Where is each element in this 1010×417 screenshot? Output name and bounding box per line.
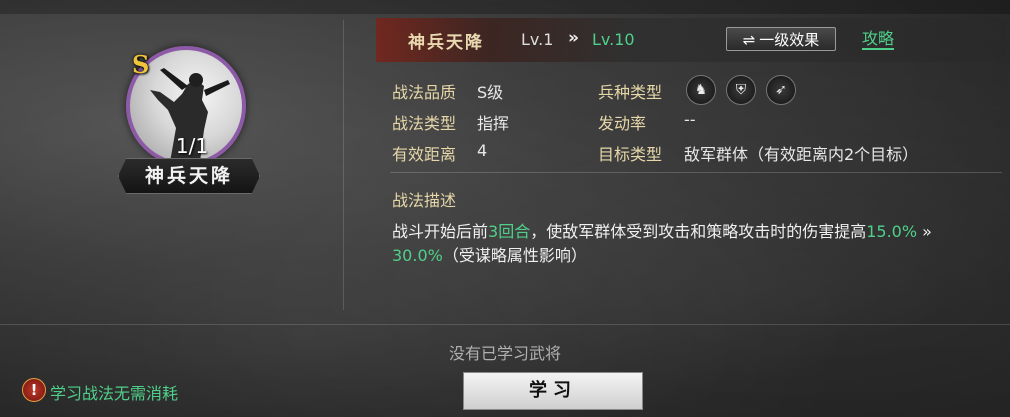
free-learn-note: 学习战法无需消耗 bbox=[50, 384, 179, 403]
section-divider bbox=[390, 172, 1002, 173]
bow-icon: ➶ bbox=[766, 75, 796, 105]
skill-title: 神兵天降 bbox=[408, 33, 484, 53]
vertical-divider bbox=[343, 20, 344, 310]
skill-count: 1/1 bbox=[175, 134, 209, 158]
target-type-value: 敌军群体（有效距离内2个目标） bbox=[684, 145, 919, 164]
range-value: 4 bbox=[477, 141, 488, 160]
trigger-rate-value: -- bbox=[684, 110, 696, 129]
desc-value-from: 15.0% bbox=[866, 222, 918, 241]
desc-part1: 战斗开始后前 bbox=[392, 222, 489, 241]
horizontal-divider bbox=[0, 324, 1010, 325]
effect-level-button[interactable]: ⇌ 一级效果 bbox=[726, 27, 836, 51]
desc-value-to: 30.0% bbox=[392, 246, 443, 265]
guide-link[interactable]: 攻略 bbox=[862, 30, 895, 50]
grade-badge: S bbox=[132, 50, 150, 79]
no-learned-text: 没有已学习武将 bbox=[448, 344, 561, 363]
trigger-rate-label: 发动率 bbox=[598, 114, 647, 133]
cavalry-icon: ♞ bbox=[686, 75, 716, 105]
level-arrow-icon: » bbox=[568, 28, 579, 48]
quality-label: 战法品质 bbox=[392, 83, 457, 102]
skill-card: S 1/1 神兵天降 bbox=[110, 42, 270, 202]
type-label: 战法类型 bbox=[392, 114, 457, 133]
description-title: 战法描述 bbox=[392, 191, 457, 210]
desc-part2: ，使敌军群体受到攻击和策略攻击时的伤害提高 bbox=[530, 222, 867, 241]
range-label: 有效距离 bbox=[392, 145, 457, 164]
level-current: Lv.1 bbox=[521, 30, 554, 49]
learn-button[interactable]: 学习 bbox=[463, 372, 643, 410]
desc-part3: （受谋略属性影响） bbox=[442, 246, 587, 265]
desc-rounds: 3回合 bbox=[488, 222, 531, 241]
shield-icon: ⛨ bbox=[726, 75, 756, 105]
type-value: 指挥 bbox=[477, 114, 510, 133]
skill-name-plate: 神兵天降 bbox=[118, 158, 260, 194]
top-strip bbox=[0, 0, 1010, 14]
warning-icon: ! bbox=[22, 378, 46, 402]
level-max: Lv.10 bbox=[592, 30, 635, 49]
quality-value: S级 bbox=[477, 83, 504, 102]
desc-arrow-icon: » bbox=[922, 222, 932, 241]
target-type-label: 目标类型 bbox=[598, 145, 663, 164]
description-text: 战斗开始后前3回合，使敌军群体受到攻击和策略攻击时的伤害提高15.0% » 30.… bbox=[392, 220, 992, 268]
effect-level-label: 一级效果 bbox=[759, 31, 820, 49]
swap-icon: ⇌ bbox=[742, 31, 756, 49]
unit-type-label: 兵种类型 bbox=[598, 83, 663, 102]
